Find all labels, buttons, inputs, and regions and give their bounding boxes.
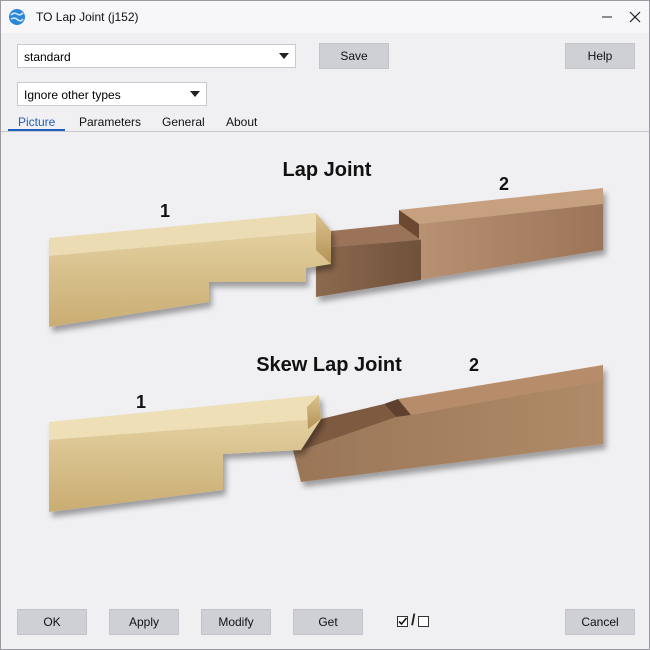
app-globe-icon [9,9,25,25]
active-tab-indicator [8,129,65,131]
help-button[interactable]: Help [565,43,635,69]
close-icon [629,11,641,23]
tab-picture[interactable]: Picture [18,115,55,129]
dialog-window: TO Lap Joint (j152) standard Save Help I… [0,0,650,650]
chevron-down-icon [190,91,200,97]
apply-button[interactable]: Apply [109,609,179,635]
save-button[interactable]: Save [319,43,389,69]
lap-joint-piece-2 [316,188,603,297]
filter-select[interactable]: Ignore other types [17,82,207,106]
skew-lap-joint-label-2: 2 [469,355,479,375]
preset-value: standard [24,50,71,64]
toggle-separator: / [411,612,416,629]
preset-select[interactable]: standard [17,44,296,68]
ok-button[interactable]: OK [17,609,87,635]
cancel-button[interactable]: Cancel [565,609,635,635]
minimize-button[interactable] [593,6,621,28]
checkmark-icon [398,616,408,625]
get-button[interactable]: Get [293,609,363,635]
window-title: TO Lap Joint (j152) [36,10,139,24]
title-bar: TO Lap Joint (j152) [1,1,649,33]
tab-parameters[interactable]: Parameters [79,115,141,129]
toggle-all-control: / [397,613,443,629]
chevron-down-icon [279,53,289,59]
tab-bar: Picture Parameters General About [1,113,649,132]
check-all-checkbox[interactable] [397,615,408,627]
close-button[interactable] [621,6,649,28]
minimize-icon [602,16,612,18]
lap-joint-label-1: 1 [160,201,170,221]
lap-joint-title: Lap Joint [283,159,372,181]
lap-joint-label-2: 2 [499,174,509,194]
skew-lap-joint-piece-2 [293,365,603,482]
lap-joint-piece-1 [49,213,331,327]
filter-value: Ignore other types [24,88,121,102]
skew-lap-joint-label-1: 1 [136,392,146,412]
skew-lap-joint-piece-1 [49,395,321,512]
skew-lap-joint-title: Skew Lap Joint [256,354,402,376]
joint-picture: Lap Joint 1 2 Skew Lap Joint 1 2 [49,159,603,512]
tab-about[interactable]: About [226,115,257,129]
uncheck-all-checkbox[interactable] [418,615,430,627]
modify-button[interactable]: Modify [201,609,271,635]
tab-general[interactable]: General [162,115,205,129]
